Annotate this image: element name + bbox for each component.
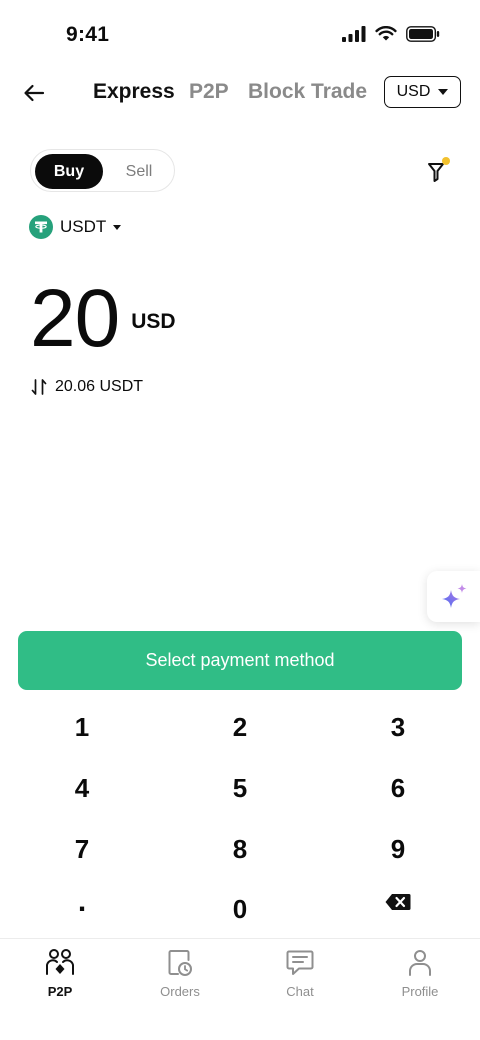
- orders-icon: [165, 947, 195, 979]
- key-6[interactable]: 6: [338, 765, 458, 811]
- chat-icon: [285, 947, 315, 979]
- swap-vertical-icon: [31, 379, 47, 395]
- bottom-nav-p2p[interactable]: P2P: [0, 947, 120, 1003]
- bottom-nav-chat[interactable]: Chat: [240, 947, 360, 1003]
- bottom-navigation: P2P Orders Chat Profile: [0, 938, 480, 1040]
- select-payment-method-button[interactable]: Select payment method: [18, 631, 462, 690]
- key-7[interactable]: 7: [22, 826, 142, 872]
- amount-value: 20: [30, 273, 120, 364]
- buy-option[interactable]: Buy: [35, 154, 103, 189]
- asset-dropdown[interactable]: USDT: [29, 214, 122, 240]
- bottom-nav-label: Orders: [160, 984, 200, 999]
- battery-icon: [406, 26, 440, 42]
- top-navigation: Express P2P Block Trade USD: [0, 70, 480, 116]
- filter-button[interactable]: [427, 156, 453, 184]
- cellular-signal-icon: [342, 26, 366, 42]
- backspace-icon: [385, 894, 411, 910]
- key-9[interactable]: 9: [338, 826, 458, 872]
- key-0[interactable]: 0: [180, 886, 300, 932]
- amount-unit: USD: [131, 310, 176, 333]
- arrow-left-icon: [24, 84, 45, 102]
- status-icons: [342, 26, 440, 42]
- key-decimal[interactable]: .: [22, 879, 142, 925]
- tab-block-trade[interactable]: Block Trade: [248, 80, 367, 104]
- bottom-nav-profile[interactable]: Profile: [360, 947, 480, 1003]
- currency-dropdown-label: USD: [396, 83, 431, 100]
- buy-sell-toggle: Buy Sell: [30, 149, 175, 192]
- status-bar: 9:41: [0, 0, 480, 70]
- bottom-nav-label: Chat: [286, 984, 314, 999]
- key-2[interactable]: 2: [180, 704, 300, 750]
- tab-p2p[interactable]: P2P: [189, 80, 229, 104]
- bottom-nav-label: P2P: [47, 984, 73, 999]
- key-8[interactable]: 8: [180, 826, 300, 872]
- converted-amount: 20.06 USDT: [55, 378, 144, 395]
- key-backspace[interactable]: [338, 879, 458, 925]
- key-3[interactable]: 3: [338, 704, 458, 750]
- conversion-toggle[interactable]: 20.06 USDT: [31, 378, 143, 396]
- caret-down-icon: [113, 224, 122, 230]
- key-5[interactable]: 5: [180, 765, 300, 811]
- tab-express[interactable]: Express: [93, 80, 175, 104]
- status-time: 9:41: [66, 23, 110, 46]
- currency-dropdown[interactable]: USD: [384, 76, 461, 108]
- profile-icon: [405, 947, 435, 979]
- bottom-nav-label: Profile: [401, 984, 439, 999]
- p2p-users-icon: [45, 947, 75, 979]
- bottom-nav-orders[interactable]: Orders: [120, 947, 240, 1003]
- filter-indicator-dot: [442, 157, 450, 165]
- caret-down-icon: [438, 89, 449, 95]
- ai-assistant-button[interactable]: [427, 571, 480, 622]
- sell-option[interactable]: Sell: [107, 154, 171, 189]
- amount-display: 20 USD: [30, 278, 176, 360]
- wifi-icon: [375, 26, 397, 41]
- back-button[interactable]: [18, 78, 50, 108]
- key-1[interactable]: 1: [22, 704, 142, 750]
- asset-label: USDT: [60, 217, 107, 236]
- tether-icon: [29, 215, 53, 239]
- key-4[interactable]: 4: [22, 765, 142, 811]
- sparkle-icon: [441, 583, 466, 608]
